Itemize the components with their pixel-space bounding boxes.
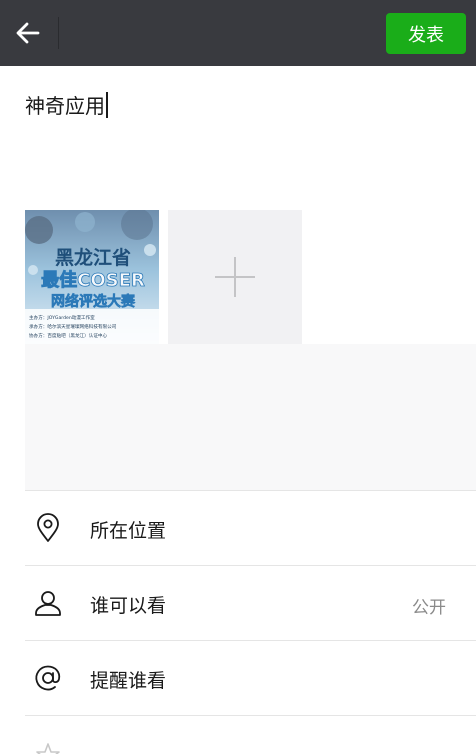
star-icon (33, 740, 63, 754)
compose-area: 神奇应用 黑龙江省 最佳COSER 网络评选大赛 主办方：JOYGarden动漫… (0, 66, 476, 366)
option-visibility-label: 谁可以看 (90, 595, 167, 617)
post-button[interactable]: 发表 (386, 13, 466, 54)
poster-line2: 最佳COSER (41, 269, 145, 291)
add-photo-button[interactable] (168, 210, 302, 344)
option-location[interactable]: 所在位置 (25, 490, 476, 565)
option-location-label: 所在位置 (90, 520, 167, 542)
at-sign-icon (33, 663, 63, 693)
option-mention-label: 提醒谁看 (90, 670, 167, 692)
post-text-input[interactable]: 神奇应用 (25, 90, 108, 119)
back-button[interactable] (10, 15, 46, 51)
arrow-left-icon (16, 22, 40, 44)
option-visibility[interactable]: 谁可以看 公开 (25, 565, 476, 640)
option-visibility-value: 公开 (412, 598, 446, 618)
poster-info-3: 协办方：百度贴吧（黑龙江）认证中心 (29, 332, 108, 339)
top-bar: 发表 (0, 0, 476, 66)
person-icon (33, 588, 63, 618)
text-caret (106, 91, 108, 118)
post-text-value: 神奇应用 (25, 94, 105, 118)
plus-icon (215, 257, 255, 297)
option-mention[interactable]: 提醒谁看 (25, 640, 476, 715)
poster-line1: 黑龙江省 (55, 246, 131, 269)
poster-info-2: 承办方：哈尔滨天星璀璨网络科技有限公司 (29, 323, 117, 330)
poster-image: 黑龙江省 最佳COSER 网络评选大赛 主办方：JOYGarden动漫工作室 承… (25, 210, 159, 344)
media-panel-background (25, 344, 476, 490)
attached-image-thumbnail[interactable]: 黑龙江省 最佳COSER 网络评选大赛 主办方：JOYGarden动漫工作室 承… (25, 210, 159, 344)
poster-info-1: 主办方：JOYGarden动漫工作室 (29, 314, 95, 321)
poster-line3: 网络评选大赛 (51, 293, 136, 310)
location-pin-icon (33, 513, 63, 543)
header-divider (58, 17, 59, 49)
post-options-list: 所在位置 谁可以看 公开 提醒谁看 (25, 490, 476, 754)
option-partial-row[interactable] (25, 715, 476, 754)
